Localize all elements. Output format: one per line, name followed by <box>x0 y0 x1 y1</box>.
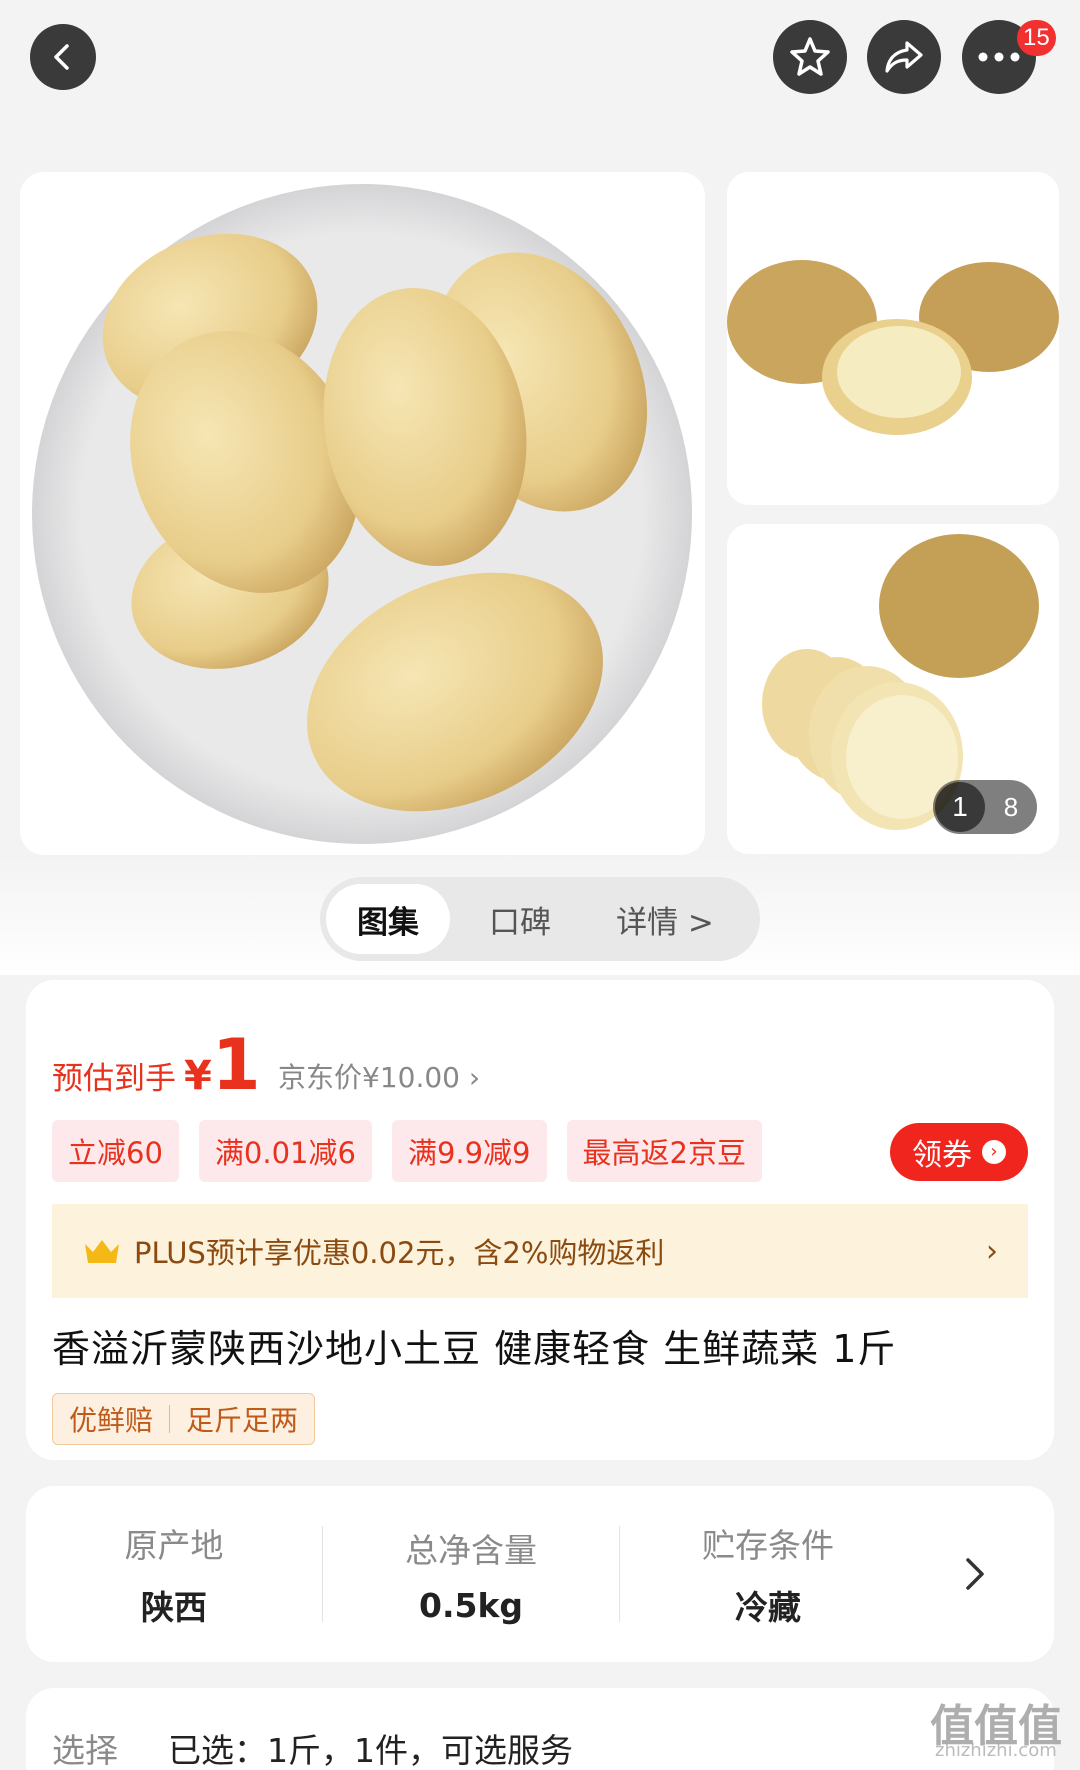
chevron-right-icon: › <box>986 1233 998 1269</box>
back-button[interactable] <box>30 24 96 90</box>
media-tabs: 图集 口碑 详情 > <box>320 877 760 961</box>
selection-value: 已选：1斤，1件，可选服务 <box>168 1731 573 1770</box>
potato-halves-illustration <box>727 260 1059 435</box>
favorite-button[interactable] <box>773 20 847 94</box>
back-arrow-icon <box>54 44 69 70</box>
main-product-image[interactable] <box>20 172 705 855</box>
current-image-index: 1 <box>935 782 985 832</box>
get-coupon-button[interactable]: 领券 › <box>890 1123 1028 1181</box>
chevron-right-icon: › <box>982 1140 1006 1164</box>
attribute-value: 0.5kg <box>418 1585 524 1625</box>
attribute-origin: 原产地 陕西 <box>26 1519 322 1629</box>
total-image-count: 8 <box>1003 791 1019 822</box>
promo-tag[interactable]: 满9.9减9 <box>391 1120 547 1182</box>
promo-tag[interactable]: 最高返2京豆 <box>566 1120 762 1182</box>
attribute-value: 陕西 <box>141 1588 207 1627</box>
attribute-value: 冷藏 <box>735 1588 801 1627</box>
promo-tags: 立减60 满0.01减6 满9.9减9 最高返2京豆 <box>52 1120 762 1182</box>
price-card: 预估到手 ¥ 1 京东价¥10.00 › 立减60 满0.01减6 满9.9减9… <box>26 980 1054 1460</box>
watermark-url: zhizhizhi.com <box>935 1740 1057 1761</box>
attribute-net-weight: 总净含量 0.5kg <box>323 1524 619 1625</box>
estimated-price: 预估到手 ¥ 1 <box>52 1030 261 1100</box>
attribute-key: 总净含量 <box>405 1530 537 1570</box>
promo-tag[interactable]: 立减60 <box>52 1120 179 1182</box>
estimated-price-value: 1 <box>211 1024 261 1106</box>
tab-details[interactable]: 详情 > <box>590 884 740 954</box>
potato-plate-illustration <box>32 184 692 844</box>
estimated-price-label: 预估到手 <box>52 1061 176 1097</box>
attributes-card[interactable]: 原产地 陕西 总净含量 0.5kg 贮存条件 冷藏 <box>26 1486 1054 1662</box>
promo-tag[interactable]: 满0.01减6 <box>198 1120 372 1182</box>
service-tag: 足斤足两 <box>186 1404 299 1437</box>
selection-card[interactable]: 选择 已选：1斤，1件，可选服务 <box>26 1688 1054 1770</box>
crown-icon <box>85 1240 119 1263</box>
product-title: 香溢沂蒙陕西沙地小土豆 健康轻食 生鲜蔬菜 1斤 <box>52 1327 897 1371</box>
chevron-right-icon[interactable] <box>964 1556 986 1592</box>
currency-symbol: ¥ <box>184 1053 212 1099</box>
star-icon <box>790 37 830 76</box>
get-coupon-label: 领券 <box>912 1138 972 1173</box>
service-tag: 优鲜赔 <box>69 1404 154 1437</box>
attribute-key: 原产地 <box>124 1526 224 1565</box>
image-gallery[interactable] <box>0 160 1080 860</box>
tab-reviews[interactable]: 口碑 <box>450 884 590 954</box>
service-guarantee-tags[interactable]: 优鲜赔 足斤足两 <box>52 1393 316 1445</box>
jd-price[interactable]: 京东价¥10.00 › <box>278 1056 480 1096</box>
plus-benefit-text: PLUS预计享优惠0.02元，含2%购物返利 <box>134 1236 665 1270</box>
plus-membership-bar[interactable]: PLUS预计享优惠0.02元，含2%购物返利 › <box>52 1204 1028 1298</box>
notification-badge: 15 <box>1017 20 1056 56</box>
top-bar: 15 <box>0 0 1080 160</box>
tab-gallery[interactable]: 图集 <box>326 884 450 954</box>
image-counter: 1 8 <box>933 780 1037 834</box>
thumbnail-image-1[interactable] <box>727 172 1059 505</box>
selection-label: 选择 <box>52 1731 118 1770</box>
share-icon <box>885 41 923 73</box>
more-dots-icon <box>978 52 1020 62</box>
attribute-storage: 贮存条件 冷藏 <box>620 1519 916 1629</box>
share-button[interactable] <box>867 20 941 94</box>
attribute-key: 贮存条件 <box>702 1526 834 1565</box>
